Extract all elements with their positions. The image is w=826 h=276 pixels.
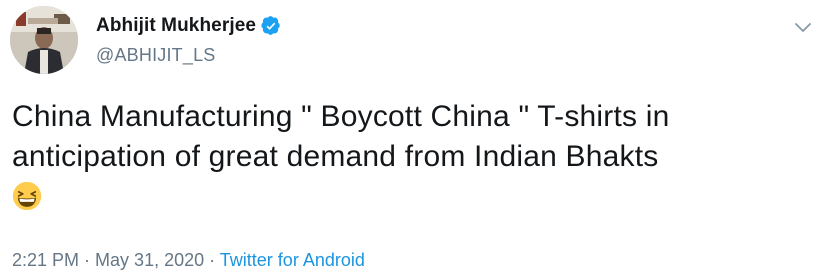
meta-separator: · [204,250,220,270]
tweet-text: China Manufacturing " Boycott China " T-… [12,97,802,211]
author-block[interactable]: Abhijit Mukherjee @ABHIJIT_LS [96,12,281,66]
chevron-down-icon[interactable] [794,20,812,34]
tweet-time[interactable]: 2:21 PM [12,250,79,270]
tweet-source-link[interactable]: Twitter for Android [220,250,365,270]
tweet-text-line1: China Manufacturing " Boycott China " T-… [12,100,670,133]
tweet-meta: 2:21 PM · May 31, 2020 · Twitter for And… [12,250,365,271]
handle[interactable]: @ABHIJIT_LS [96,45,281,66]
verified-badge-icon [261,16,280,35]
display-name[interactable]: Abhijit Mukherjee [96,15,256,37]
avatar[interactable] [10,6,78,74]
name-row: Abhijit Mukherjee [96,12,281,40]
grinning-squinting-face-emoji [12,181,42,211]
meta-separator: · [79,250,96,270]
tweet-card: Abhijit Mukherjee @ABHIJIT_LS China Manu… [0,0,826,276]
tweet-date[interactable]: May 31, 2020 [95,250,204,270]
avatar-photo [10,6,78,74]
tweet-text-line2: anticipation of great demand from Indian… [12,140,659,173]
